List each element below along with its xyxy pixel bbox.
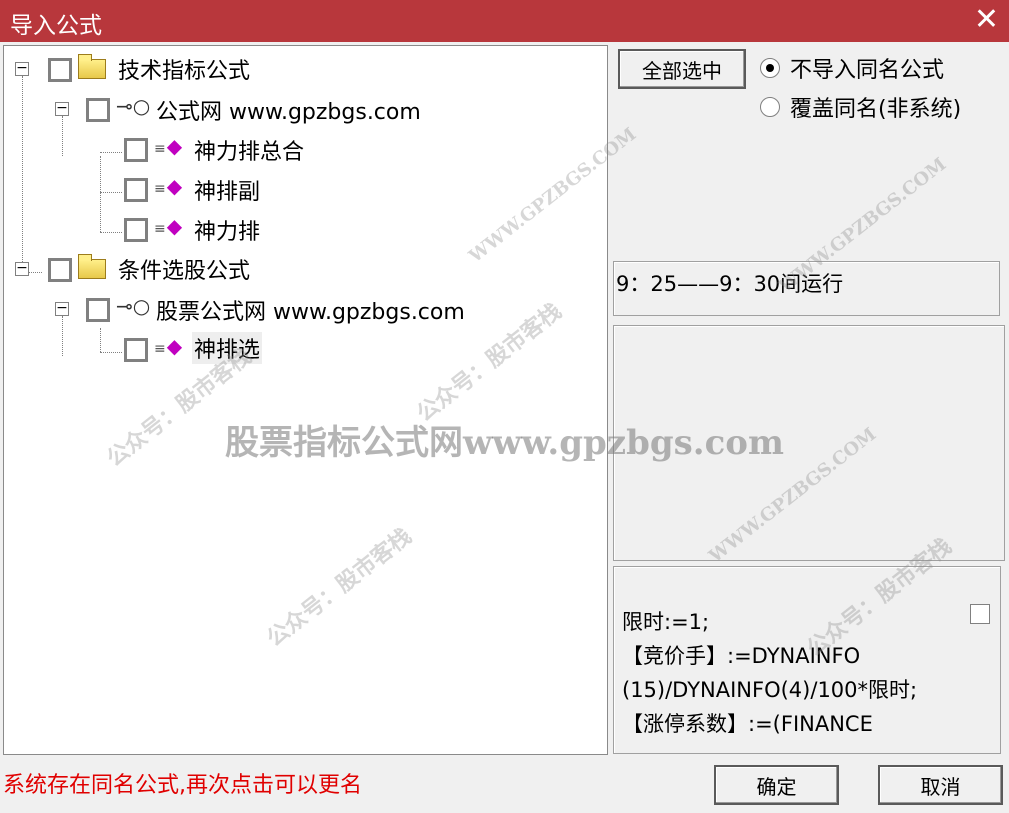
formula-code-view[interactable]: 限时:=1; 【竞价手】:=DYNAINFO (15)/DYNAINFO(4)/…	[613, 566, 1001, 754]
group-checkbox[interactable]	[48, 58, 72, 82]
tree-connector	[100, 192, 122, 193]
formula-checkbox[interactable]	[124, 338, 148, 362]
tree-connector	[100, 328, 101, 352]
formula-checkbox[interactable]	[124, 218, 148, 242]
cancel-button[interactable]: 取消	[878, 765, 1003, 805]
select-all-button[interactable]: 全部选中	[618, 49, 746, 89]
source-checkbox[interactable]	[86, 98, 110, 122]
expand-toggle[interactable]: −	[55, 101, 69, 116]
source-label[interactable]: 公式网 www.gpzbgs.com	[156, 94, 421, 126]
source-checkbox[interactable]	[86, 298, 110, 322]
tree-connector	[62, 316, 63, 356]
group-checkbox[interactable]	[48, 258, 72, 282]
title-bar: 导入公式 ✕	[0, 0, 1009, 42]
formula-checkbox[interactable]	[124, 138, 148, 162]
status-message: 系统存在同名公式,再次点击可以更名	[3, 773, 362, 798]
radio-dot[interactable]	[760, 58, 780, 78]
code-option-checkbox[interactable]	[970, 604, 990, 624]
expand-toggle[interactable]: −	[15, 61, 29, 76]
folder-icon	[78, 254, 106, 279]
ok-button[interactable]: 确定	[714, 765, 839, 805]
tree-connector	[22, 76, 23, 272]
radio-label: 覆盖同名(非系统)	[790, 97, 962, 122]
formula-description: 9：25——9：30间运行	[613, 261, 1000, 316]
formula-checkbox[interactable]	[124, 178, 148, 202]
folder-icon	[78, 54, 106, 79]
formula-gem-icon: ≡◆	[154, 214, 183, 238]
source-label[interactable]: 股票公式网 www.gpzbgs.com	[156, 294, 465, 326]
tree-connector	[100, 232, 122, 233]
formula-label[interactable]: 神排选	[192, 332, 263, 364]
formula-label[interactable]: 神排副	[194, 174, 260, 206]
radio-label: 不导入同名公式	[790, 58, 945, 83]
expand-toggle[interactable]: −	[15, 261, 29, 276]
code-line: 【竞价手】:=DYNAINFO	[622, 644, 861, 668]
formula-tree: − 技术指标公式 − ⊸○ 公式网 www.gpzbgs.com ≡◆ 神力排总…	[3, 45, 608, 755]
formula-gem-icon: ≡◆	[154, 334, 183, 358]
preview-panel	[613, 325, 1005, 561]
formula-label[interactable]: 神力排总合	[194, 134, 304, 166]
close-icon[interactable]: ✕	[974, 3, 999, 37]
key-icon: ⊸○	[116, 94, 151, 118]
group-label[interactable]: 条件选股公式	[118, 253, 250, 285]
code-line: (15)/DYNAINFO(4)/100*限时;	[622, 678, 918, 702]
tree-connector	[62, 116, 63, 156]
expand-toggle[interactable]: −	[55, 301, 69, 316]
group-label[interactable]: 技术指标公式	[118, 53, 250, 85]
code-line: 【涨停系数】:=(FINANCE	[622, 712, 873, 736]
window-title: 导入公式	[10, 13, 102, 39]
formula-gem-icon: ≡◆	[154, 134, 183, 158]
radio-overwrite[interactable]: 覆盖同名(非系统)	[760, 91, 961, 123]
radio-skip-duplicates[interactable]: 不导入同名公式	[760, 52, 944, 84]
key-icon: ⊸○	[116, 294, 151, 318]
formula-label[interactable]: 神力排	[194, 214, 260, 246]
tree-connector	[100, 152, 122, 153]
tree-connector	[100, 352, 122, 353]
radio-dot[interactable]	[760, 97, 780, 117]
tree-connector	[100, 156, 101, 232]
formula-gem-icon: ≡◆	[154, 174, 183, 198]
code-line: 限时:=1;	[622, 610, 710, 634]
